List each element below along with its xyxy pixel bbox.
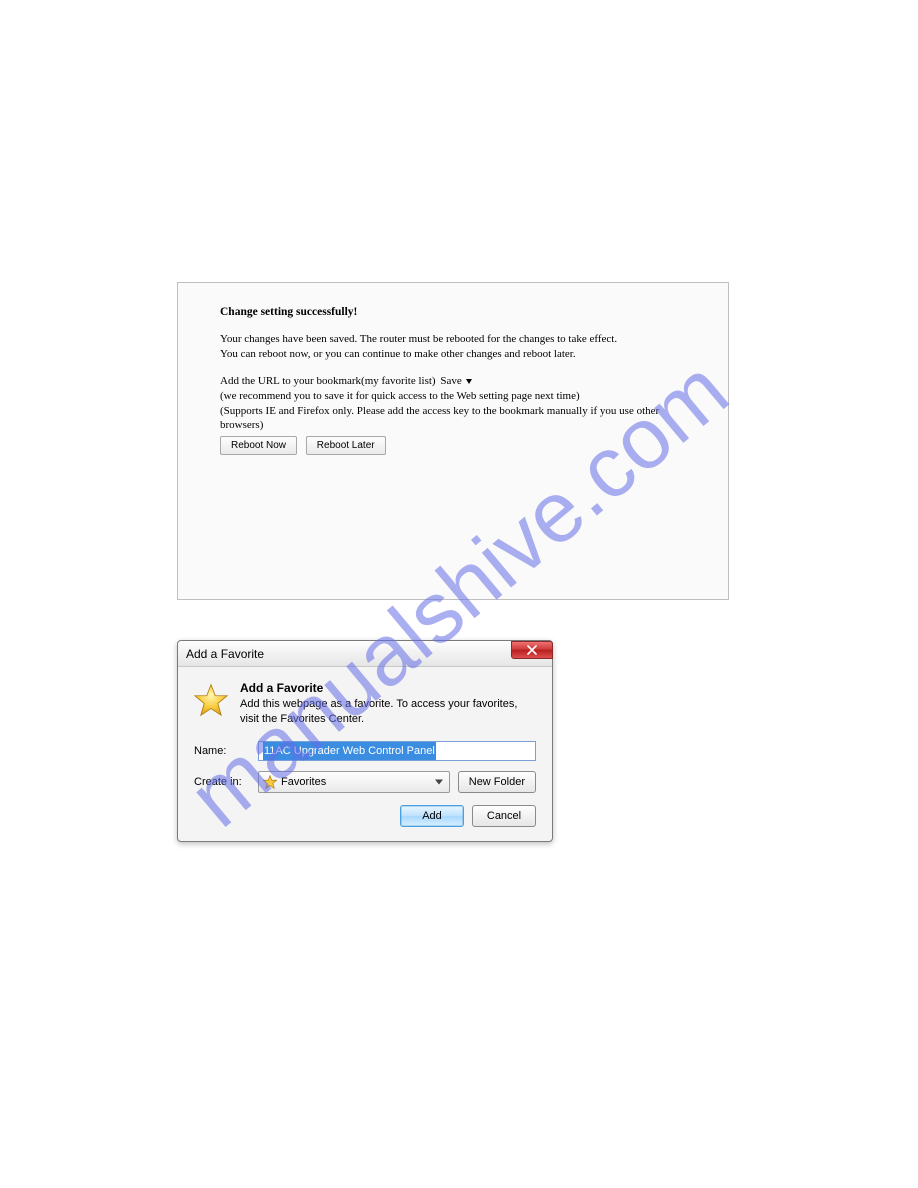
reboot-now-button[interactable]: Reboot Now — [220, 436, 297, 455]
supports-line: (Supports IE and Firefox only. Please ad… — [220, 404, 686, 433]
name-label: Name: — [194, 745, 250, 757]
new-folder-button[interactable]: New Folder — [458, 771, 536, 793]
hero-description: Add this webpage as a favorite. To acces… — [240, 697, 536, 727]
create-in-select[interactable]: Favorites — [258, 771, 450, 793]
info-line-2: You can reboot now, or you can continue … — [220, 347, 686, 361]
recommend-line: (we recommend you to save it for quick a… — [220, 389, 686, 403]
close-button[interactable] — [511, 641, 553, 659]
favorite-folder-star-icon — [263, 775, 277, 789]
dialog-titlebar: Add a Favorite — [178, 641, 552, 667]
bookmark-prefix: Add the URL to your bookmark(my favorite… — [220, 375, 436, 387]
add-button[interactable]: Add — [400, 805, 464, 827]
add-favorite-dialog: Add a Favorite — [177, 640, 553, 842]
info-line-1: Your changes have been saved. The router… — [220, 332, 686, 346]
success-heading: Change setting successfully! — [220, 305, 686, 320]
cancel-button[interactable]: Cancel — [472, 805, 536, 827]
reboot-later-button[interactable]: Reboot Later — [306, 436, 386, 455]
save-bookmark-dropdown[interactable]: Save — [438, 374, 473, 388]
create-in-value: Favorites — [281, 776, 326, 788]
name-input-value: 11AC Upgrader Web Control Panel — [263, 742, 436, 760]
router-settings-panel: Change setting successfully! Your change… — [177, 282, 729, 600]
dialog-body: Add a Favorite Add this webpage as a fav… — [178, 667, 552, 841]
hero-title: Add a Favorite — [240, 681, 536, 695]
create-in-label: Create in: — [194, 776, 250, 788]
favorite-star-icon — [194, 681, 228, 727]
chevron-down-icon — [435, 779, 443, 784]
dialog-title: Add a Favorite — [186, 647, 264, 661]
bookmark-line: Add the URL to your bookmark(my favorite… — [220, 374, 686, 388]
name-input[interactable]: 11AC Upgrader Web Control Panel — [258, 741, 536, 761]
close-icon — [526, 645, 538, 655]
